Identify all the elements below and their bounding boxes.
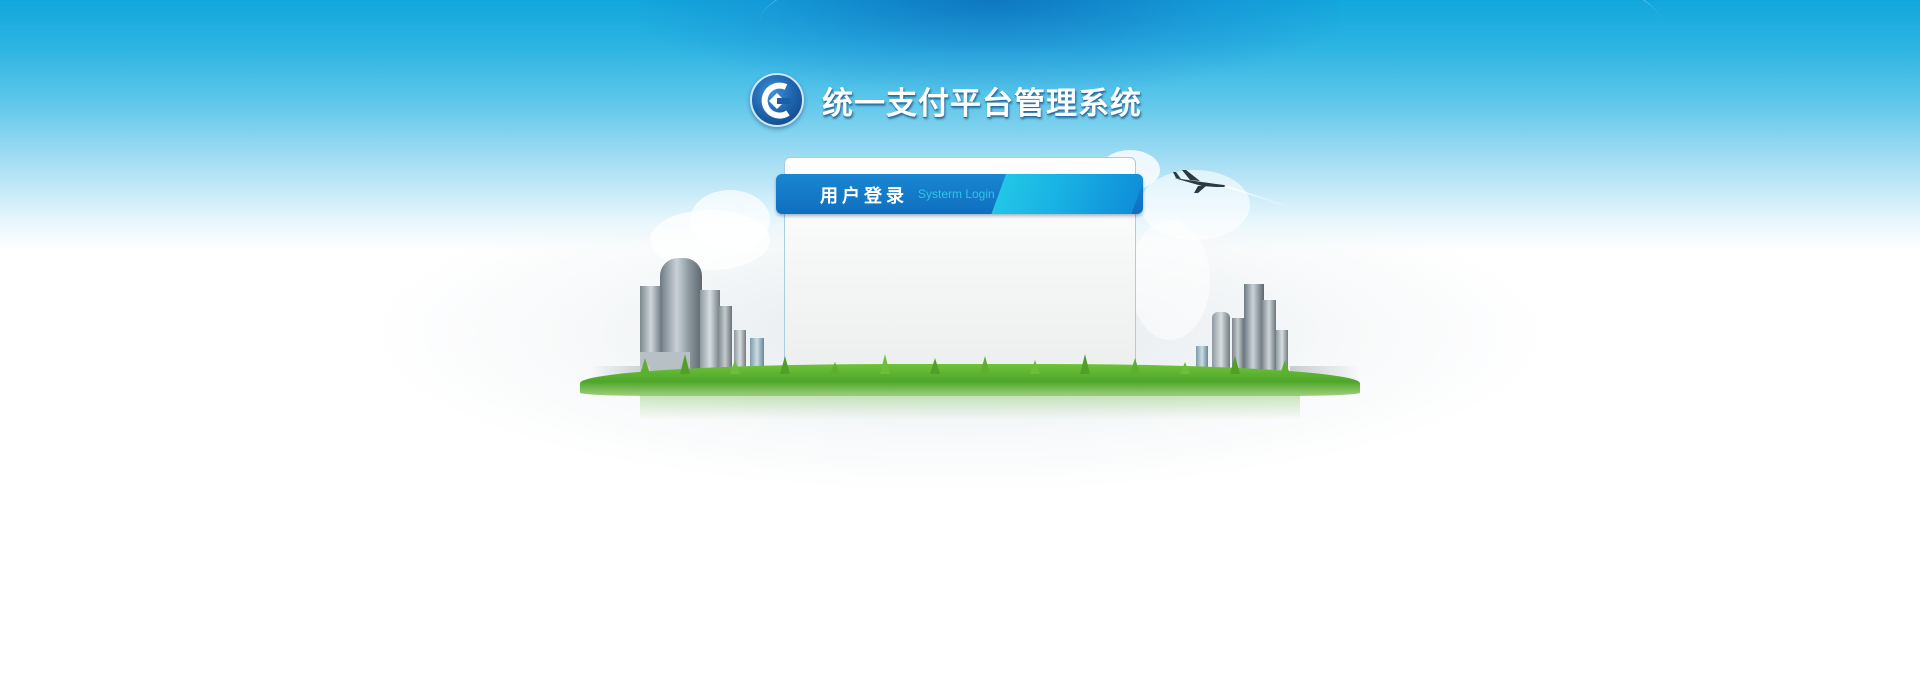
login-subtitle: Systerm Login xyxy=(918,187,995,201)
page-title: 统一支付平台管理系统 xyxy=(822,85,1142,122)
bank-logo-icon xyxy=(750,73,804,127)
grass-reflection xyxy=(640,394,1300,420)
airplane-icon xyxy=(1172,168,1232,194)
header-highlight xyxy=(991,174,1143,214)
brand-header: 统一支付平台管理系统 xyxy=(750,72,1142,128)
login-header: 用户登录 Systerm Login xyxy=(776,174,1143,214)
login-title: 用户登录 xyxy=(820,186,908,207)
grass-blades xyxy=(620,354,1320,374)
